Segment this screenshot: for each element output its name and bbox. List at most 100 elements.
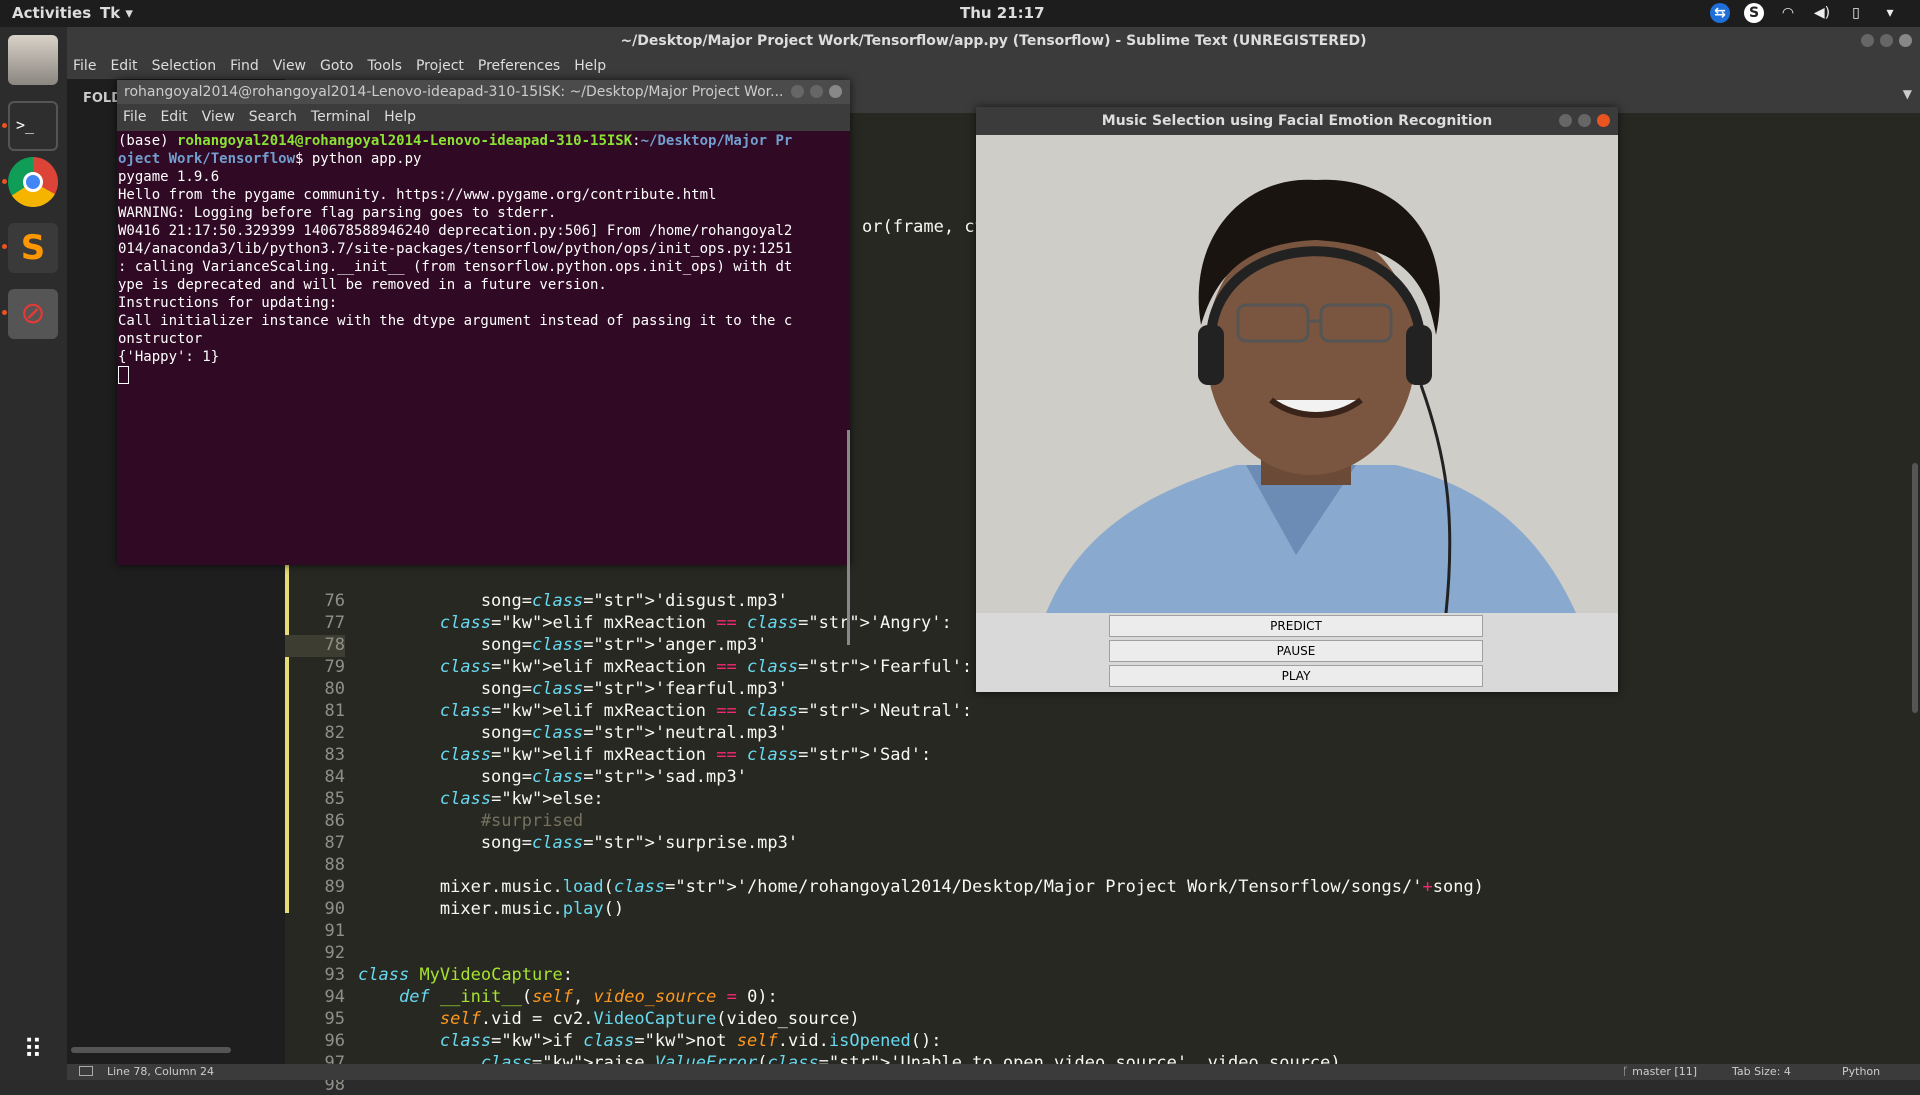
- close-button[interactable]: [829, 85, 842, 98]
- running-indicator: [2, 123, 7, 128]
- line-number: 96: [324, 1031, 345, 1051]
- terminal-icon[interactable]: >_: [8, 101, 58, 151]
- app-menu[interactable]: Tk ▾: [100, 4, 133, 22]
- terminal-cursor: [118, 366, 129, 384]
- terminal-menu-terminal[interactable]: Terminal: [305, 104, 378, 131]
- minimize-button[interactable]: [791, 85, 804, 98]
- maximize-button[interactable]: [1578, 114, 1591, 127]
- terminal-menu-search[interactable]: Search: [243, 104, 305, 131]
- code-line: def __init__(self, video_source = 0):: [398, 987, 778, 1007]
- teamviewer-icon[interactable]: ⇆: [1710, 3, 1730, 23]
- sidebar-scrollbar[interactable]: [71, 1047, 231, 1053]
- files-icon[interactable]: [8, 35, 58, 85]
- predict-button[interactable]: PREDICT: [1109, 615, 1483, 637]
- play-button[interactable]: PLAY: [1109, 665, 1483, 687]
- terminal-menu-file[interactable]: File: [117, 104, 154, 131]
- git-branch[interactable]: ᚴ master [11]: [1622, 1065, 1697, 1078]
- line-number: 80: [324, 679, 345, 699]
- sublime-icon[interactable]: S: [8, 223, 58, 273]
- menu-preferences[interactable]: Preferences: [472, 55, 568, 79]
- editor-scrollbar[interactable]: [1912, 463, 1918, 713]
- terminal-output-line: WARNING: Logging before flag parsing goe…: [118, 205, 557, 221]
- terminal-menu-help[interactable]: Help: [378, 104, 424, 131]
- code-line: song=class="str">'surprise.mp3': [358, 833, 799, 853]
- line-number: 90: [324, 899, 345, 919]
- running-indicator: [2, 179, 7, 184]
- power-menu-icon[interactable]: ▾: [1880, 3, 1900, 23]
- show-apps-icon[interactable]: ⠿: [8, 1027, 58, 1077]
- terminal-menu-edit[interactable]: Edit: [154, 104, 195, 131]
- code-line: class MyVideoCapture:: [358, 965, 573, 985]
- menu-project[interactable]: Project: [410, 55, 472, 79]
- chrome-icon[interactable]: [8, 157, 58, 207]
- line-number: 95: [324, 1009, 345, 1029]
- pause-button[interactable]: PAUSE: [1109, 640, 1483, 662]
- prompt-user: rohangoyal2014@rohangoyal2014-Lenovo-ide…: [177, 133, 633, 149]
- terminal-output-line: 014/anaconda3/lib/python3.7/site-package…: [118, 241, 793, 257]
- syntax-selector[interactable]: Python: [1842, 1065, 1880, 1078]
- skype-icon[interactable]: S: [1744, 3, 1764, 23]
- running-indicator: [2, 244, 7, 249]
- line-number: 86: [324, 811, 345, 831]
- branch-icon: ᚴ: [1622, 1065, 1633, 1078]
- line-number: 87: [324, 833, 345, 853]
- webcam-person-image: [976, 135, 1618, 613]
- battery-icon[interactable]: ▯: [1846, 3, 1866, 23]
- top-bar: Activities Tk ▾ Thu 21:17 ⇆ S ◠ ◀) ▯ ▾: [0, 0, 1920, 27]
- line-number: 78: [324, 635, 345, 655]
- minimize-button[interactable]: [1861, 34, 1874, 47]
- tab-dropdown-icon[interactable]: ▼: [1903, 87, 1912, 101]
- line-number: 89: [324, 877, 345, 897]
- line-number: 79: [324, 657, 345, 677]
- line-number: 85: [324, 789, 345, 809]
- maximize-button[interactable]: [810, 85, 823, 98]
- tk-window-controls: [1559, 114, 1610, 127]
- code-line: mixer.music.load(class="str">'/home/roha…: [358, 877, 1484, 897]
- terminal-menu-view[interactable]: View: [196, 104, 243, 131]
- tk-window: Music Selection using Facial Emotion Rec…: [976, 107, 1618, 692]
- menu-find[interactable]: Find: [224, 55, 267, 79]
- code-line: class="kw">if class="kw">not self.vid.is…: [439, 1031, 942, 1051]
- code-line: class="kw">elif mxReaction == class="str…: [439, 701, 973, 721]
- close-button[interactable]: [1597, 114, 1610, 127]
- code-line: song=class="str">'fearful.mp3': [358, 679, 788, 699]
- code-line: class="kw">elif mxReaction == class="str…: [439, 745, 932, 765]
- menu-selection[interactable]: Selection: [146, 55, 225, 79]
- wifi-icon[interactable]: ◠: [1778, 3, 1798, 23]
- branch-name: master: [1632, 1065, 1671, 1078]
- status-bar: Line 78, Column 24 ᚴ master [11] Tab Siz…: [67, 1064, 1920, 1080]
- menu-goto[interactable]: Goto: [314, 55, 361, 79]
- minimize-button[interactable]: [1559, 114, 1572, 127]
- terminal-output-line: Hello from the pygame community. https:/…: [118, 187, 717, 203]
- terminal-output-line: {'Happy': 1}: [118, 349, 220, 365]
- block-icon[interactable]: ⊘: [8, 289, 58, 339]
- close-button[interactable]: [1899, 34, 1912, 47]
- terminal-title: rohangoyal2014@rohangoyal2014-Lenovo-ide…: [117, 80, 850, 104]
- terminal-output-line: ype is deprecated and will be removed in…: [118, 277, 607, 293]
- code-line: class="kw">elif mxReaction == class="str…: [439, 613, 952, 633]
- terminal-output-line: Call initializer instance with the dtype…: [118, 313, 793, 329]
- code-line: song=class="str">'disgust.mp3': [358, 591, 788, 611]
- line-number: 81: [324, 701, 345, 721]
- line-number: 93: [324, 965, 345, 985]
- prompt-path: ~/Desktop/Major Pr: [640, 133, 793, 149]
- menu-file[interactable]: File: [67, 55, 104, 79]
- menu-view[interactable]: View: [267, 55, 314, 79]
- menu-help[interactable]: Help: [568, 55, 614, 79]
- sublime-menubar: File Edit Selection Find View Goto Tools…: [67, 55, 1920, 79]
- terminal-window-controls: [791, 85, 842, 98]
- activities-button[interactable]: Activities: [12, 4, 91, 22]
- maximize-button[interactable]: [1880, 34, 1893, 47]
- terminal-prompt: (base) rohangoyal2014@rohangoyal2014-Len…: [118, 132, 840, 150]
- terminal-output-line: onstructor: [118, 331, 203, 347]
- code-line: song=class="str">'sad.mp3': [358, 767, 747, 787]
- panel-toggle-icon[interactable]: [79, 1066, 93, 1076]
- menu-edit[interactable]: Edit: [104, 55, 145, 79]
- terminal-output[interactable]: (base) rohangoyal2014@rohangoyal2014-Len…: [118, 132, 840, 557]
- clock[interactable]: Thu 21:17: [960, 4, 1045, 22]
- terminal-scrollbar[interactable]: [847, 430, 850, 645]
- volume-icon[interactable]: ◀): [1812, 3, 1832, 23]
- prompt-env: (base): [118, 133, 178, 149]
- tab-size[interactable]: Tab Size: 4: [1732, 1065, 1791, 1078]
- menu-tools[interactable]: Tools: [361, 55, 410, 79]
